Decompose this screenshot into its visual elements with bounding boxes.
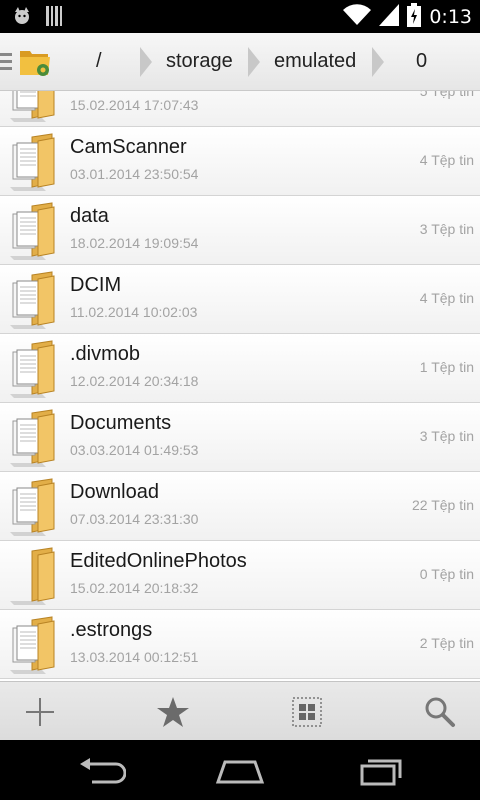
- file-list-item[interactable]: CamScanner 03.01.2014 23:50:54 4 Tệp tin: [0, 127, 480, 196]
- home-icon[interactable]: [215, 756, 265, 786]
- folder-file-count: 2 Tệp tin: [419, 635, 474, 651]
- system-navigation-bar: [0, 740, 480, 800]
- breadcrumb-current[interactable]: 0: [416, 50, 427, 73]
- file-list-item[interactable]: data 18.02.2014 19:09:54 3 Tệp tin: [0, 196, 480, 265]
- folder-name: .estrongs: [70, 619, 153, 641]
- folder-with-files-icon: [8, 202, 58, 260]
- folder-modified-date: 11.02.2014 10:02:03: [70, 304, 198, 320]
- folder-file-count: 0 Tệp tin: [419, 566, 474, 582]
- folder-file-count: 3 Tệp tin: [419, 221, 474, 237]
- folder-file-count: 3 Tệp tin: [419, 428, 474, 444]
- breadcrumb-bar: / storage emulated 0: [0, 33, 480, 91]
- breadcrumb-separator-icon: [248, 47, 260, 77]
- file-list-item[interactable]: .estrongs 13.03.2014 00:12:51 2 Tệp tin: [0, 610, 480, 679]
- cat-icon: [12, 6, 32, 30]
- wifi-icon: [343, 4, 372, 30]
- search-icon: [425, 697, 455, 727]
- folder-name: EditedOnlinePhotos: [70, 550, 247, 572]
- add-button[interactable]: [20, 692, 60, 732]
- signal-icon: [379, 4, 400, 30]
- folder-modified-date: 13.03.2014 00:12:51: [70, 649, 199, 665]
- file-list-item[interactable]: .divmob 12.02.2014 20:34:18 1 Tệp tin: [0, 334, 480, 403]
- folder-name: data: [70, 205, 109, 227]
- folder-with-files-icon: [8, 133, 58, 191]
- bookmarks-button[interactable]: [153, 692, 193, 732]
- folder-file-count: 1 Tệp tin: [419, 359, 474, 375]
- folder-modified-date: 12.02.2014 20:34:18: [70, 373, 199, 389]
- folder-with-files-icon: [8, 409, 58, 467]
- folder-name: Documents: [70, 412, 172, 434]
- search-button[interactable]: [420, 692, 460, 732]
- status-bar: 0:13: [0, 0, 480, 33]
- file-list[interactable]: 15.02.2014 17:07:43 5 Tệp tin CamScanner…: [0, 91, 480, 681]
- file-list-item[interactable]: EditedOnlinePhotos 15.02.2014 20:18:32 0…: [0, 541, 480, 610]
- folder-file-count: 4 Tệp tin: [419, 290, 474, 306]
- view-mode-button[interactable]: [287, 692, 327, 732]
- folder-name: DCIM: [70, 274, 122, 296]
- empty-folder-icon: [8, 547, 58, 605]
- breadcrumb-emulated[interactable]: emulated: [274, 50, 356, 73]
- folder-modified-date: 18.02.2014 19:09:54: [70, 235, 199, 251]
- folder-with-files-icon: [8, 91, 58, 122]
- drawer-menu-icon[interactable]: [0, 53, 12, 71]
- breadcrumb-root[interactable]: /: [96, 50, 102, 73]
- folder-modified-date: 15.02.2014 17:07:43: [70, 97, 199, 113]
- bottom-toolbar: [0, 681, 480, 740]
- file-list-item[interactable]: DCIM 11.02.2014 10:02:03 4 Tệp tin: [0, 265, 480, 334]
- star-icon: [157, 697, 189, 727]
- file-list-item[interactable]: Documents 03.03.2014 01:49:53 3 Tệp tin: [0, 403, 480, 472]
- folder-modified-date: 03.03.2014 01:49:53: [70, 442, 199, 458]
- folder-name: Download: [70, 481, 159, 503]
- folder-modified-date: 15.02.2014 20:18:32: [70, 580, 199, 596]
- folder-name: CamScanner: [70, 136, 187, 158]
- file-list-item[interactable]: Download 07.03.2014 23:31:30 22 Tệp tin: [0, 472, 480, 541]
- breadcrumb-separator-icon: [372, 47, 384, 77]
- folder-file-count: 4 Tệp tin: [419, 152, 474, 168]
- recent-apps-icon[interactable]: [356, 756, 406, 786]
- folder-name: .divmob: [70, 343, 141, 365]
- grid-view-icon: [292, 697, 322, 727]
- folder-with-files-icon: [8, 616, 58, 674]
- breadcrumb-storage[interactable]: storage: [166, 50, 233, 73]
- status-clock: 0:13: [429, 6, 472, 28]
- battery-icon: [407, 3, 422, 31]
- folder-with-files-icon: [8, 478, 58, 536]
- barcode-icon: [46, 6, 62, 30]
- app-folder-icon[interactable]: [18, 43, 52, 79]
- folder-file-count: 5 Tệp tin: [419, 91, 474, 99]
- breadcrumb-separator-icon: [140, 47, 152, 77]
- folder-modified-date: 07.03.2014 23:31:30: [70, 511, 199, 527]
- folder-with-files-icon: [8, 340, 58, 398]
- folder-with-files-icon: [8, 271, 58, 329]
- add-icon: [26, 698, 54, 726]
- file-list-item[interactable]: 15.02.2014 17:07:43 5 Tệp tin: [0, 91, 480, 127]
- back-icon[interactable]: [76, 756, 126, 786]
- folder-modified-date: 03.01.2014 23:50:54: [70, 166, 199, 182]
- folder-file-count: 22 Tệp tin: [411, 497, 474, 513]
